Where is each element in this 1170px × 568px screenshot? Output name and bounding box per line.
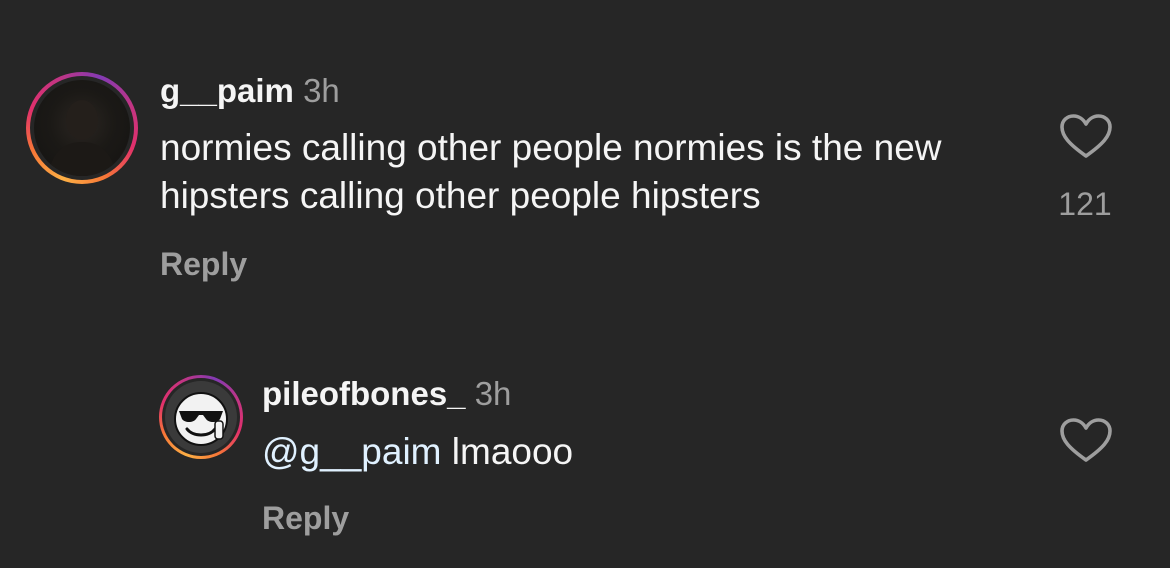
- comment-text: normies calling other people normies is …: [160, 127, 942, 216]
- avatar: [165, 381, 237, 453]
- avatar-story-ring[interactable]: [159, 375, 243, 459]
- timestamp: 3h: [474, 375, 512, 412]
- profile-photo-icon: [48, 100, 116, 176]
- comment-header: pileofbones_ 3h: [262, 375, 511, 413]
- username[interactable]: pileofbones_: [262, 375, 466, 412]
- heart-icon[interactable]: [1059, 417, 1113, 463]
- timestamp: 3h: [303, 72, 340, 109]
- avatar: [34, 80, 130, 176]
- comment-text-body: lmaooo: [451, 431, 574, 472]
- comment-text: @g__paim lmaooo: [262, 428, 573, 476]
- mention-link[interactable]: @g__paim: [262, 431, 442, 472]
- comments-thread: g__paim 3h normies calling other people …: [0, 0, 1170, 568]
- heart-icon[interactable]: [1059, 113, 1113, 159]
- comment-header: g__paim 3h: [160, 72, 340, 110]
- like-count: 121: [1058, 186, 1112, 222]
- reply-button[interactable]: Reply: [160, 246, 247, 283]
- reply-button[interactable]: Reply: [262, 500, 349, 537]
- sunglasses-smiley-icon: [165, 381, 237, 453]
- avatar-story-ring[interactable]: [26, 72, 138, 184]
- username[interactable]: g__paim: [160, 72, 294, 109]
